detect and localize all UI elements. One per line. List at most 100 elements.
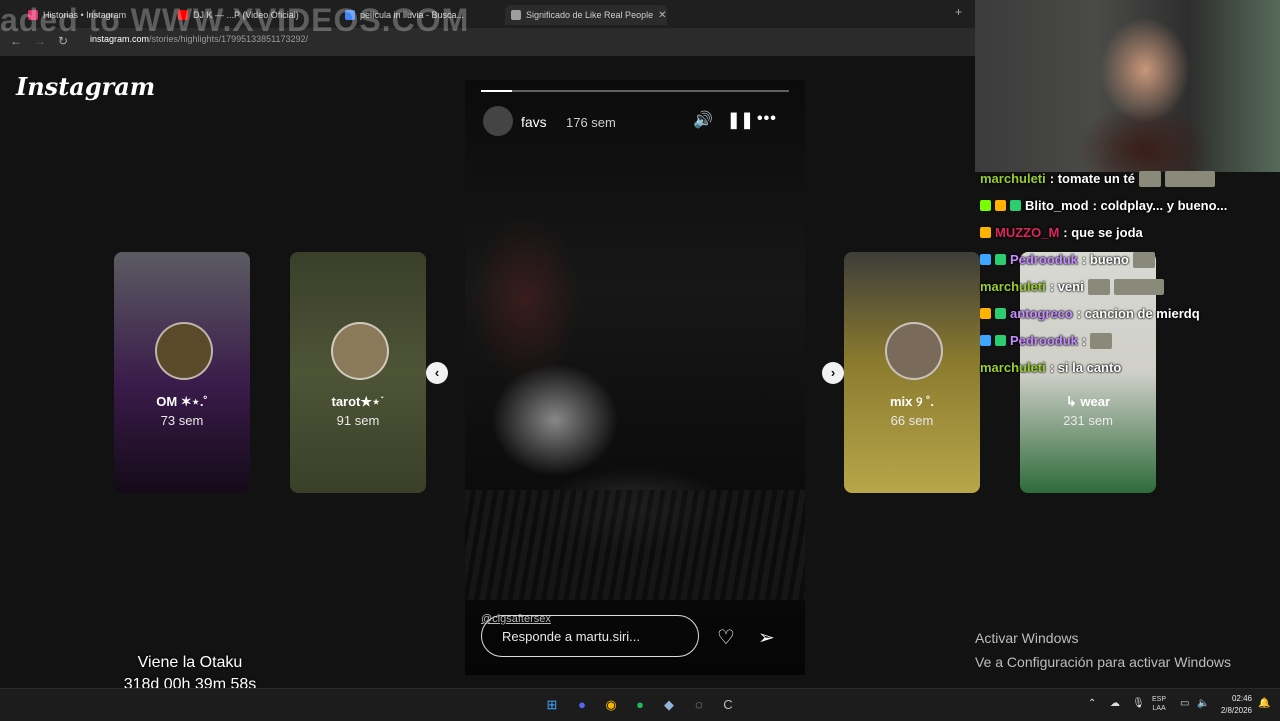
back-button[interactable]: ← — [10, 34, 22, 48]
chat-message: Pedrooduk: — [980, 327, 1280, 354]
spotify-icon[interactable]: ● — [631, 696, 649, 714]
next-story-button[interactable]: › — [822, 362, 844, 384]
forward-button[interactable]: → — [34, 34, 46, 48]
reload-button[interactable]: ↻ — [58, 34, 68, 48]
network-icon[interactable]: ▭ — [1180, 698, 1189, 709]
url-host: instagram.com — [90, 34, 150, 44]
favicon-icon — [178, 10, 188, 20]
cloud-icon[interactable]: ☁ — [1110, 698, 1120, 709]
chat-username: marchuleti — [980, 360, 1046, 375]
chrome-icon[interactable]: ◉ — [602, 696, 620, 714]
chat-message: marchuleti: si la canto — [980, 354, 1280, 381]
webcam-feed — [975, 0, 1280, 172]
instagram-logo[interactable]: Instagram — [16, 72, 155, 101]
highlight-age: 66 sem — [890, 413, 934, 428]
highlight-age: 73 sem — [160, 413, 204, 428]
chat-badge-icon — [980, 254, 991, 265]
story-crowd-image — [465, 490, 805, 600]
highlight-title: OM ✶⋆.˚ — [156, 394, 208, 409]
app-icon[interactable]: ◌ — [690, 696, 708, 714]
browser-tab[interactable]: DJ K — ...P (Video Oficial) — [178, 5, 338, 25]
highlight-card[interactable]: OM ✶⋆.˚ 73 sem — [114, 252, 250, 493]
close-tab-icon[interactable]: ✕ — [658, 10, 666, 21]
windows-activation-notice: Activar Windows Ve a Configuración para … — [975, 626, 1231, 674]
tab-title: Historias • Instagram — [43, 10, 127, 20]
volume-icon[interactable]: 🔊 — [693, 110, 713, 130]
new-tab-button[interactable]: + — [955, 5, 962, 19]
favicon-icon — [345, 10, 355, 20]
chat-username: Pedrooduk — [1010, 333, 1078, 348]
notification-icon[interactable]: 🔔 — [1258, 698, 1270, 709]
story-viewer[interactable]: favs 176 sem 🔊 ❚❚ ••• @cigsaftersex Resp… — [465, 80, 805, 675]
chat-username: antogreco — [1010, 306, 1073, 321]
favicon-icon — [28, 10, 38, 20]
tab-title: película in lluvia - Busca... — [360, 10, 465, 20]
chat-badge-icon — [995, 308, 1006, 319]
favicon-icon — [511, 10, 521, 20]
windows-start-icon[interactable]: ⊞ — [543, 696, 561, 714]
chat-text: : veni — [1049, 279, 1084, 294]
discord-icon[interactable]: ● — [573, 696, 591, 714]
avatar[interactable] — [483, 106, 513, 136]
story-progress-bar — [481, 90, 789, 92]
steam-icon[interactable]: ◆ — [660, 696, 678, 714]
chat-badge-icon — [980, 308, 991, 319]
taskbar: ⊞ ● ◉ ● ◆ ◌ C ⌃ ☁ 🎙 ESP LAA ▭ 🔈 02:46 2/8… — [0, 688, 1280, 721]
stream-chat: marchuleti: tomate un té Blito_mod: coldp… — [980, 165, 1280, 381]
region-code: LAA — [1152, 705, 1166, 712]
story-age: 176 sem — [566, 115, 616, 130]
chat-emote-icon — [1164, 170, 1215, 187]
chat-badge-icon — [980, 200, 991, 211]
speaker-icon[interactable]: 🔈 — [1197, 698, 1209, 709]
url-field[interactable]: instagram.com/stories/highlights/1799513… — [90, 34, 308, 44]
activation-subtitle: Ve a Configuración para activar Windows — [975, 654, 1232, 670]
chat-text: : que se joda — [1063, 225, 1143, 240]
reply-input[interactable]: Responde a martu.siri... — [481, 615, 699, 657]
share-icon[interactable]: ➢ — [758, 625, 775, 650]
previous-story-button[interactable]: ‹ — [426, 362, 448, 384]
chevron-up-icon[interactable]: ⌃ — [1088, 698, 1096, 709]
tab-title: DJ K — ...P (Video Oficial) — [193, 10, 299, 20]
chat-username: marchuleti — [980, 171, 1046, 186]
heart-icon[interactable]: ♡ — [717, 625, 735, 650]
chat-emote-icon — [1113, 278, 1164, 295]
clock-time: 02:46 — [1231, 694, 1252, 703]
story-username[interactable]: favs — [521, 114, 547, 130]
chat-badge-icon — [1010, 200, 1021, 211]
language-indicator[interactable]: ESP LAA — [1152, 695, 1166, 713]
chat-emote-icon — [1132, 251, 1155, 268]
chat-username: Blito_mod — [1025, 198, 1089, 213]
clock-date: 2/8/2026 — [1220, 706, 1252, 715]
highlight-title: ↳ wear — [1065, 394, 1111, 409]
microphone-icon[interactable]: 🎙 — [1132, 698, 1145, 709]
chat-message: marchuleti: veni — [980, 273, 1280, 300]
chat-badge-icon — [995, 200, 1006, 211]
chat-badge-icon — [995, 254, 1006, 265]
language-code: ESP — [1152, 696, 1167, 703]
browser-tab[interactable]: Significado de Like Real People ✕ — [505, 5, 667, 25]
highlight-card[interactable]: tarot★⋆˙ 91 sem — [290, 252, 426, 493]
plus-icon: + — [955, 5, 963, 19]
chat-emote-icon — [1087, 278, 1110, 295]
chat-text: : bueno — [1081, 252, 1129, 267]
app-icon[interactable]: C — [719, 696, 737, 714]
activation-title: Activar Windows — [975, 630, 1079, 646]
pause-icon[interactable]: ❚❚ — [727, 110, 754, 130]
chat-emote-icon — [1138, 170, 1161, 187]
chat-message: marchuleti: tomate un té — [980, 165, 1280, 192]
chat-text: : — [1081, 333, 1087, 348]
chat-badge-icon — [980, 335, 991, 346]
more-options-icon[interactable]: ••• — [757, 110, 777, 128]
address-bar: ← → ↻ instagram.com/stories/highlights/1… — [0, 28, 975, 56]
highlight-card[interactable]: mix ୨ ˚. 66 sem — [844, 252, 980, 493]
browser-tab[interactable]: película in lluvia - Busca... — [345, 5, 495, 25]
system-clock[interactable]: 02:46 2/8/2026 — [1212, 693, 1252, 717]
browser-tab[interactable]: Historias • Instagram — [28, 5, 168, 25]
chat-username: Pedrooduk — [1010, 252, 1078, 267]
countdown-title: Viene la Otaku — [137, 654, 243, 671]
chat-message: MUZZO_M: que se joda — [980, 219, 1280, 246]
highlight-avatar — [155, 322, 213, 380]
chat-badge-icon — [980, 227, 991, 238]
tab-title: Significado de Like Real People — [526, 10, 654, 20]
chat-text: : tomate un té — [1049, 171, 1135, 186]
